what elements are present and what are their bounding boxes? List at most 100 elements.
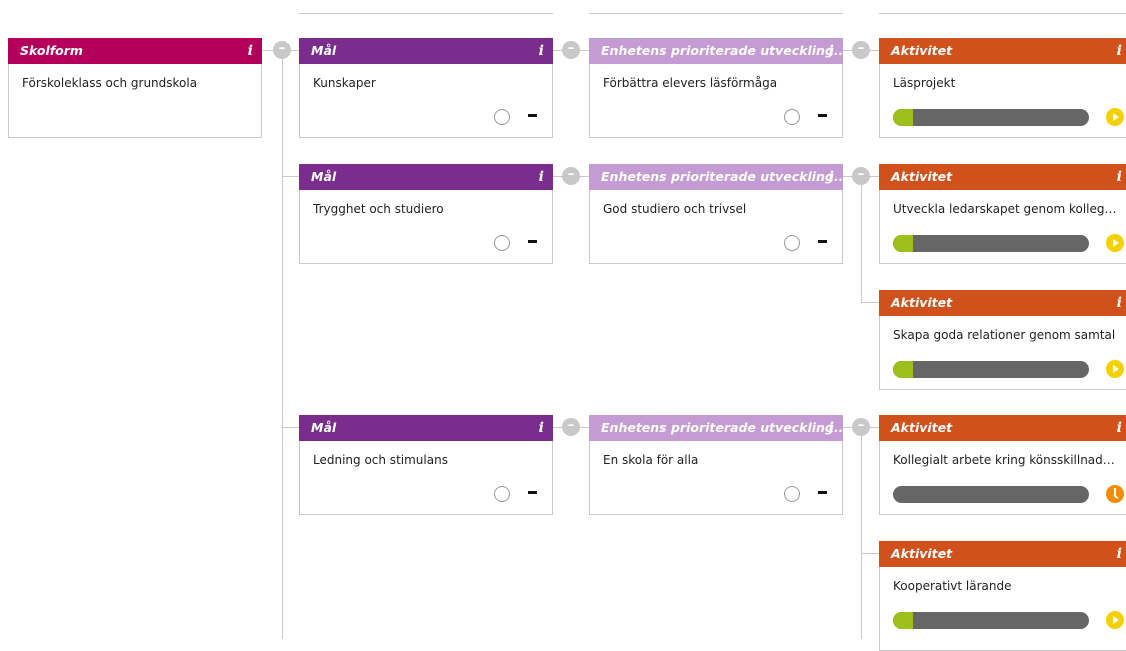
aktivitet-card-header: Aktivitet i	[879, 38, 1126, 64]
card-header-title: Enhetens prioriterade utveckling...	[601, 169, 843, 184]
tree-connector	[282, 427, 300, 428]
card-header-title: Skolform	[20, 43, 83, 58]
card-text: Kooperativt lärande	[893, 579, 1012, 593]
collapse-toggle[interactable]: –	[273, 41, 291, 59]
card-text: En skola för alla	[603, 453, 699, 467]
status-circle-icon[interactable]	[494, 109, 510, 125]
tree-connector	[282, 50, 283, 639]
enhet-card[interactable]: Enhetens prioriterade utveckling... i En…	[589, 415, 843, 515]
enhet-card-header: Enhetens prioriterade utveckling... i	[589, 38, 843, 64]
progress-bar	[893, 109, 1089, 126]
minus-icon	[818, 240, 827, 243]
enhet-card-header: Enhetens prioriterade utveckling... i	[589, 415, 843, 441]
card-header-title: Mål	[311, 420, 337, 435]
progress-bar-fill	[893, 361, 913, 378]
play-icon[interactable]	[1106, 611, 1124, 629]
play-icon[interactable]	[1106, 360, 1124, 378]
aktivitet-card[interactable]: Aktivitet i Läsprojekt	[879, 38, 1126, 138]
info-icon[interactable]: i	[1117, 415, 1122, 441]
minus-icon	[818, 114, 827, 117]
info-icon[interactable]: i	[1117, 164, 1122, 190]
mal-card[interactable]: Mål i Ledning och stimulans	[299, 415, 553, 515]
aktivitet-card[interactable]: Aktivitet i Utveckla ledarskapet genom k…	[879, 164, 1126, 264]
info-icon[interactable]: i	[829, 415, 834, 441]
tree-connector	[861, 553, 880, 554]
card-header-title: Mål	[311, 169, 337, 184]
aktivitet-card-header: Aktivitet i	[879, 541, 1126, 567]
card-text: Skapa goda relationer genom samtal	[893, 328, 1116, 342]
collapse-toggle[interactable]: –	[562, 167, 580, 185]
card-text: Förskoleklass och grundskola	[22, 76, 198, 90]
status-circle-icon[interactable]	[494, 235, 510, 251]
minus-icon	[528, 491, 537, 494]
collapse-toggle[interactable]: –	[852, 418, 870, 436]
card-header-title: Aktivitet	[891, 169, 953, 184]
collapse-toggle[interactable]: –	[852, 167, 870, 185]
minus-icon	[818, 491, 827, 494]
card-text: Trygghet och studiero	[313, 202, 444, 216]
card-text: Ledning och stimulans	[313, 453, 448, 467]
collapse-toggle[interactable]: –	[562, 41, 580, 59]
mal-card-header: Mål i	[299, 415, 553, 441]
card-text: Utveckla ledarskapet genom kollegia...	[893, 202, 1118, 216]
info-icon[interactable]: i	[829, 164, 834, 190]
mal-card[interactable]: Mål i Kunskaper	[299, 38, 553, 138]
clock-icon[interactable]	[1106, 485, 1124, 503]
aktivitet-card[interactable]: Aktivitet i Kollegialt arbete kring köns…	[879, 415, 1126, 515]
progress-bar-fill	[893, 235, 913, 252]
status-circle-icon[interactable]	[494, 486, 510, 502]
play-icon[interactable]	[1106, 234, 1124, 252]
aktivitet-card-header: Aktivitet i	[879, 164, 1126, 190]
play-icon[interactable]	[1106, 108, 1124, 126]
skolform-card[interactable]: Skolform i Förskoleklass och grundskola	[8, 38, 262, 138]
collapse-toggle[interactable]: –	[852, 41, 870, 59]
info-icon[interactable]: i	[1117, 541, 1122, 567]
progress-bar	[893, 235, 1089, 252]
info-icon[interactable]: i	[539, 38, 544, 64]
minus-icon	[528, 114, 537, 117]
progress-bar-fill	[893, 612, 913, 629]
tree-connector	[861, 302, 880, 303]
mal-card[interactable]: Mål i Trygghet och studiero	[299, 164, 553, 264]
info-icon[interactable]: i	[1117, 38, 1122, 64]
column-divider-enhet	[589, 13, 843, 14]
info-icon[interactable]: i	[248, 38, 253, 64]
progress-bar	[893, 612, 1089, 629]
card-header-title: Mål	[311, 43, 337, 58]
status-circle-icon[interactable]	[784, 235, 800, 251]
tree-connector	[861, 182, 862, 302]
collapse-toggle[interactable]: –	[562, 418, 580, 436]
card-header-title: Aktivitet	[891, 43, 953, 58]
column-divider-aktivitet	[879, 13, 1126, 14]
card-header-title: Aktivitet	[891, 420, 953, 435]
info-icon[interactable]: i	[539, 415, 544, 441]
card-header-title: Enhetens prioriterade utveckling...	[601, 43, 843, 58]
aktivitet-card-header: Aktivitet i	[879, 415, 1126, 441]
aktivitet-card[interactable]: Aktivitet i Skapa goda relationer genom …	[879, 290, 1126, 390]
progress-bar-fill	[893, 109, 913, 126]
enhet-card[interactable]: Enhetens prioriterade utveckling... i Fö…	[589, 38, 843, 138]
card-text: Läsprojekt	[893, 76, 956, 90]
card-text: Kollegialt arbete kring könsskillnade...	[893, 453, 1118, 467]
info-icon[interactable]: i	[1117, 290, 1122, 316]
card-header-title: Aktivitet	[891, 546, 953, 561]
enhet-card[interactable]: Enhetens prioriterade utveckling... i Go…	[589, 164, 843, 264]
tree-connector	[861, 433, 862, 639]
mal-card-header: Mål i	[299, 164, 553, 190]
aktivitet-card-header: Aktivitet i	[879, 290, 1126, 316]
info-icon[interactable]: i	[829, 38, 834, 64]
status-circle-icon[interactable]	[784, 486, 800, 502]
card-header-title: Aktivitet	[891, 295, 953, 310]
status-circle-icon[interactable]	[784, 109, 800, 125]
tree-connector	[282, 176, 300, 177]
aktivitet-card[interactable]: Aktivitet i Kooperativt lärande	[879, 541, 1126, 651]
minus-icon	[528, 240, 537, 243]
column-divider-mal	[299, 13, 553, 14]
progress-bar	[893, 486, 1089, 503]
card-text: God studiero och trivsel	[603, 202, 747, 216]
skolform-card-header: Skolform i	[8, 38, 262, 64]
card-text: Kunskaper	[313, 76, 376, 90]
info-icon[interactable]: i	[539, 164, 544, 190]
progress-bar	[893, 361, 1089, 378]
card-text: Förbättra elevers läsförmåga	[603, 76, 778, 90]
